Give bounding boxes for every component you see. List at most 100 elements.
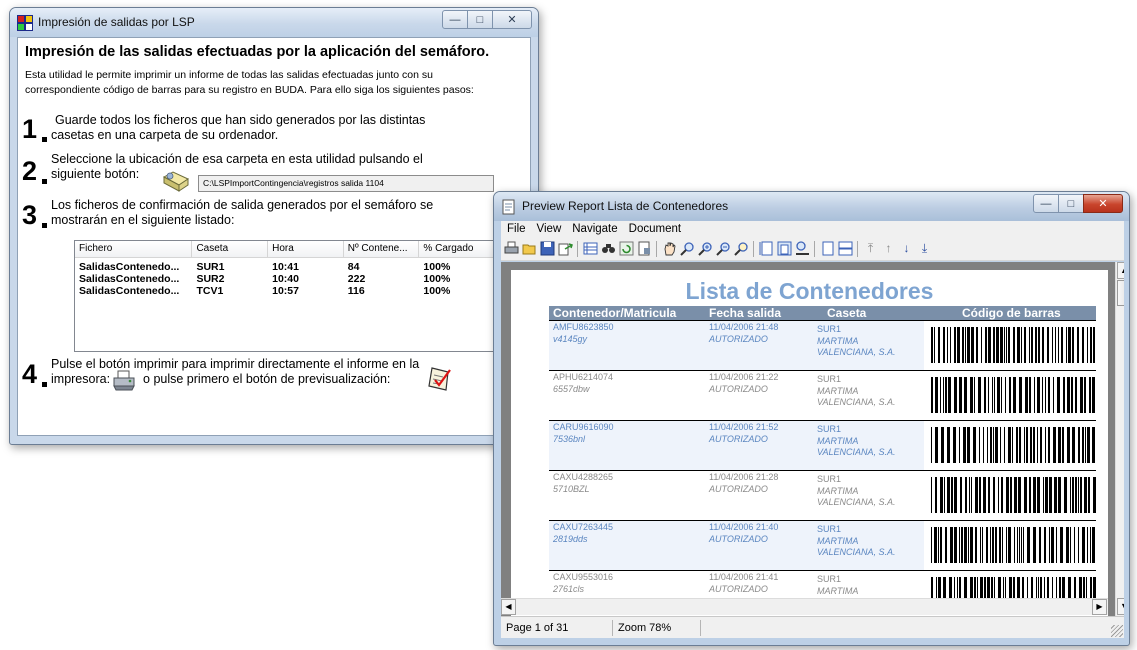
record-status: AUTORIZADO xyxy=(709,484,768,494)
cell-caseta: SUR1 xyxy=(196,261,225,273)
record-plate: 2819dds xyxy=(553,534,588,544)
cell-contenedores: 222 xyxy=(347,273,366,285)
record-plate: 6557dbw xyxy=(553,384,590,394)
record-container: CAXU9553016 xyxy=(553,572,614,582)
maximize-button[interactable]: □ xyxy=(467,10,493,29)
record-company-1: MARTIMA xyxy=(817,586,859,596)
scroll-right-button[interactable]: ▶ xyxy=(1092,599,1107,615)
last-page-icon[interactable]: ⤓ xyxy=(917,241,932,256)
folder-browse-icon[interactable] xyxy=(161,168,191,194)
cell-hora: 10:40 xyxy=(272,273,299,285)
horizontal-scrollbar[interactable]: ◀ ▶ xyxy=(501,598,1108,615)
preview-icon[interactable] xyxy=(426,366,454,392)
cell-fichero: SalidasContenedo... xyxy=(79,261,180,273)
minimize-icon: — xyxy=(449,13,461,26)
single-page-icon[interactable] xyxy=(820,241,835,256)
report-record-row: AMFU8623850 v4145gy 11/04/2006 21:48 AUTORI… xyxy=(549,320,1096,371)
list-item[interactable]: SalidasContenedo... SUR2 10:40 222 100% xyxy=(75,273,513,285)
print-icon[interactable] xyxy=(504,241,519,256)
column-header-num-contenedores[interactable]: Nº Contene... xyxy=(344,241,420,257)
open-icon[interactable] xyxy=(522,241,537,256)
record-company-2: VALENCIANA, S.A. xyxy=(817,347,896,357)
vertical-scrollbar[interactable]: ▲ ▼ xyxy=(1115,262,1124,616)
menu-document[interactable]: Document xyxy=(623,221,686,237)
files-list-view[interactable]: Fichero Caseta Hora Nº Contene... % Carg… xyxy=(74,240,514,352)
zoom-custom-icon[interactable] xyxy=(734,241,749,256)
document-icon xyxy=(502,199,515,215)
record-container: CAXU4288265 xyxy=(553,472,614,482)
step-1-text: Guarde todos los ficheros que han sido g… xyxy=(51,113,425,143)
close-button[interactable]: ✕ xyxy=(1083,194,1123,213)
fit-width-icon[interactable] xyxy=(777,241,792,256)
fit-page-icon[interactable] xyxy=(759,241,774,256)
zoom-100-icon[interactable] xyxy=(795,241,810,256)
record-caseta: SUR1 xyxy=(817,324,842,334)
cell-fichero: SalidasContenedo... xyxy=(79,273,180,285)
record-status: AUTORIZADO xyxy=(709,434,768,444)
maximize-icon: □ xyxy=(476,13,484,26)
cell-hora: 10:41 xyxy=(272,261,299,273)
hand-icon[interactable] xyxy=(662,241,677,256)
list-item[interactable]: SalidasContenedo... SUR1 10:41 84 100% xyxy=(75,261,513,273)
maximize-icon: □ xyxy=(1067,197,1075,210)
cell-caseta: SUR2 xyxy=(196,273,225,285)
status-page: Page 1 of 31 xyxy=(503,620,613,636)
close-icon: ✕ xyxy=(507,14,517,26)
column-header-fichero[interactable]: Fichero xyxy=(75,241,193,257)
title-bar[interactable]: Impresión de salidas por LSP — □ ✕ xyxy=(10,8,538,37)
menu-view[interactable]: View xyxy=(531,221,567,237)
export-icon[interactable] xyxy=(558,241,573,256)
thumbnails-icon[interactable] xyxy=(583,241,598,256)
step-2-dot xyxy=(42,179,47,184)
zoom-in-icon[interactable] xyxy=(680,241,695,256)
window-title: Preview Report Lista de Contenedores xyxy=(522,199,729,213)
scroll-up-button[interactable]: ▲ xyxy=(1117,262,1124,279)
minimize-button[interactable]: — xyxy=(442,10,468,29)
step-4-line-1: Pulse el botón imprimir para imprimir di… xyxy=(51,357,420,371)
folder-path-field[interactable]: C:\LSPImportContingencia\registros salid… xyxy=(198,175,494,192)
app-icon xyxy=(17,15,33,31)
report-record-row: CAXU7263445 2819dds 11/04/2006 21:40 AUTORI… xyxy=(549,520,1096,571)
menu-file[interactable]: File xyxy=(501,221,531,237)
column-header-hora[interactable]: Hora xyxy=(268,241,344,257)
zoom-in-2-icon[interactable] xyxy=(698,241,713,256)
next-page-icon[interactable]: ↓ xyxy=(899,241,914,256)
scroll-left-button[interactable]: ◀ xyxy=(501,599,516,615)
intro-line-2: correspondiente código de barras para su… xyxy=(25,84,474,96)
title-bar[interactable]: Preview Report Lista de Contenedores — □… xyxy=(494,192,1129,221)
cell-hora: 10:57 xyxy=(272,285,299,297)
maximize-button[interactable]: □ xyxy=(1058,194,1084,213)
record-date: 11/04/2006 21:48 xyxy=(709,322,779,332)
step-4-text: Pulse el botón imprimir para imprimir di… xyxy=(51,357,419,387)
record-date: 11/04/2006 21:22 xyxy=(709,372,779,382)
refresh-icon[interactable] xyxy=(619,241,634,256)
report-viewport[interactable]: Lista de Contenedores Contenedor/Matricu… xyxy=(501,262,1124,616)
minimize-button[interactable]: — xyxy=(1033,194,1059,213)
record-company-1: MARTIMA xyxy=(817,536,859,546)
save-icon[interactable] xyxy=(540,241,555,256)
header-codigo-barras: Código de barras xyxy=(962,306,1061,320)
step-1-line-1: Guarde todos los ficheros que han sido g… xyxy=(55,113,426,127)
page-setup-icon[interactable] xyxy=(637,241,652,256)
toolbar: ⤒ ↑ ↓ ⤓ xyxy=(501,237,1124,261)
column-header-caseta[interactable]: Caseta xyxy=(192,241,269,257)
record-company-2: VALENCIANA, S.A. xyxy=(817,447,896,457)
window-client-area: Impresión de las salidas efectuadas por … xyxy=(17,37,531,436)
find-icon[interactable] xyxy=(601,241,616,256)
scroll-down-button[interactable]: ▼ xyxy=(1117,598,1124,615)
resize-grip[interactable] xyxy=(1111,625,1123,637)
first-page-icon[interactable]: ⤒ xyxy=(863,241,878,256)
menu-navigate[interactable]: Navigate xyxy=(566,221,622,237)
close-button[interactable]: ✕ xyxy=(492,10,532,29)
prev-page-icon[interactable]: ↑ xyxy=(881,241,896,256)
zoom-out-icon[interactable] xyxy=(716,241,731,256)
two-page-icon[interactable] xyxy=(838,241,853,256)
record-company-2: VALENCIANA, S.A. xyxy=(817,547,896,557)
scroll-thumb[interactable] xyxy=(1117,280,1124,306)
minimize-icon: — xyxy=(1040,197,1052,210)
printer-icon[interactable] xyxy=(112,369,136,391)
list-item[interactable]: SalidasContenedo... TCV1 10:57 116 100% xyxy=(75,285,513,297)
step-4-line-2a: impresora: xyxy=(51,372,111,386)
step-2-number: 2 xyxy=(22,156,38,186)
barcode-image xyxy=(931,427,1095,463)
